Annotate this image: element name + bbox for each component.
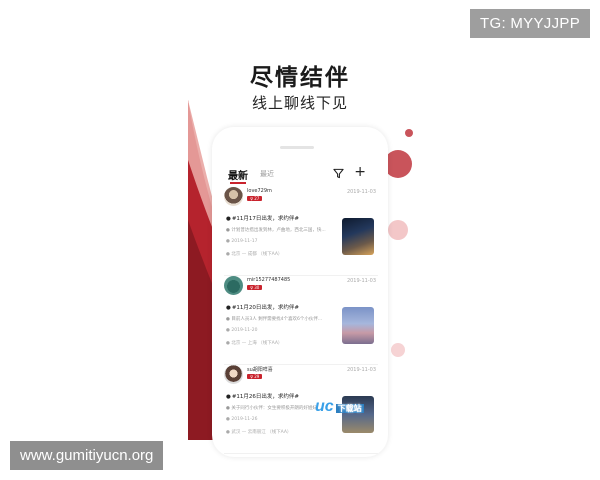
top-bar: 最新 最近 + [228, 165, 374, 184]
post-route: ● 武汉 — 云南丽江 （线下AA） [226, 430, 292, 435]
age-badge: ♀ 27 [247, 196, 263, 201]
post-date: 2019-11-03 [346, 367, 376, 373]
username[interactable]: love729m [247, 188, 272, 194]
username[interactable]: su胡阳咩喜 [247, 366, 273, 373]
post-route: ● 北京 — 上海 （线下AA） [226, 341, 283, 346]
post-description: ● 目前人员3人 剩伴需要找4个喜欢6个小伙伴... [226, 317, 323, 322]
tg-watermark: TG: MYYJJPP [470, 9, 590, 38]
add-icon[interactable]: + [354, 165, 366, 179]
filter-icon[interactable] [333, 168, 344, 179]
avatar[interactable] [224, 187, 243, 206]
avatar[interactable] [224, 276, 243, 295]
post-thumbnail[interactable] [342, 218, 374, 255]
post-travel-date: ● 2019-11-20 [226, 328, 258, 333]
post-date: 2019-11-03 [346, 189, 376, 195]
uc-download-watermark: uc 下载站 [315, 398, 364, 415]
promo-headline: 尽情结伴 [250, 65, 350, 91]
active-tab-indicator [230, 182, 246, 184]
tab-latest[interactable]: 最新 [228, 167, 248, 182]
age-badge: ♀ 29 [247, 374, 263, 379]
post-date: 2019-11-03 [346, 278, 376, 284]
post-route: ● 北京 — 成都 （线下AA） [226, 252, 283, 257]
post-card[interactable]: love729m ♀ 27 2019-11-03 ●#11月17日出发，求约伴#… [224, 187, 378, 276]
age-badge: ♀ 30 [247, 285, 263, 290]
post-travel-date: ● 2019-11-26 [226, 417, 258, 422]
username[interactable]: mir15277487485 [247, 277, 290, 283]
tab-nearby[interactable]: 最近 [260, 169, 274, 179]
post-thumbnail[interactable] [342, 307, 374, 344]
post-travel-date: ● 2019-11-17 [226, 239, 258, 244]
post-description: ● 计划普达措出发到林，卢曲地，西北三国，快... [226, 228, 326, 233]
post-card[interactable]: mir15277487485 ♀ 30 2019-11-03 ●#11月20日出… [224, 276, 378, 365]
post-title: ●#11月20日出发，求约伴# [226, 305, 300, 311]
avatar[interactable] [224, 365, 243, 384]
phone-speaker [280, 146, 314, 149]
site-watermark: www.gumitiyucn.org [10, 441, 164, 470]
post-title: ●#11月17日出发，求约伴# [226, 216, 300, 222]
post-title: ●#11月26日出发，求约伴# [226, 394, 300, 400]
